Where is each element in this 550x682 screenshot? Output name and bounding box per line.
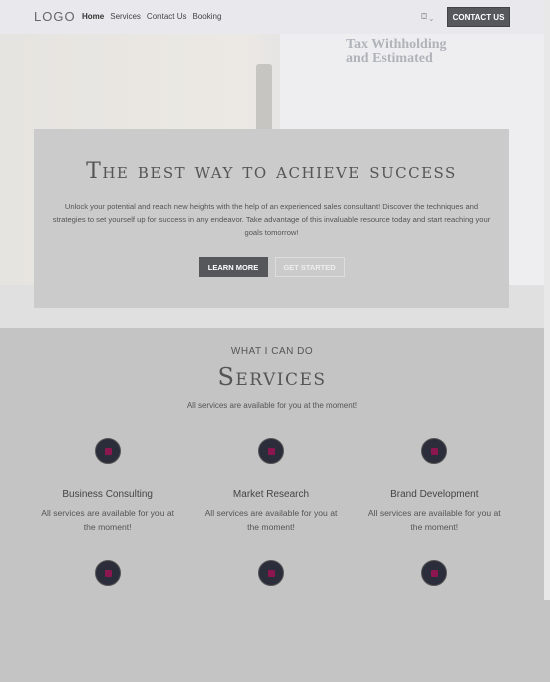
person-icon (421, 560, 448, 586)
service-text: All services are available for you at th… (367, 508, 501, 532)
monitor-chart-icon (421, 438, 448, 464)
language-selector[interactable]: ⛋ ⌄ (421, 12, 433, 22)
pen-image (256, 64, 272, 134)
service-card: Market Research All services are availabl… (189, 438, 352, 560)
service-title: Market Research (232, 489, 310, 500)
services-section: WHAT I CAN DO Services All services are … (0, 328, 544, 600)
research-icon (257, 438, 284, 464)
growth-chart-icon (94, 560, 121, 586)
flag-icon: ⛋ (421, 12, 428, 21)
hero-title: The best way to achieve success (86, 159, 457, 184)
chevron-down-icon: ⌄ (429, 12, 434, 21)
service-card (26, 560, 189, 682)
service-card (353, 560, 516, 682)
services-subtitle: All services are available for you at th… (186, 401, 358, 410)
service-card: Brand Development All services are availa… (353, 438, 516, 560)
logo[interactable]: LOGO (34, 9, 76, 24)
main-nav: Home Services Contact Us Booking (82, 12, 221, 21)
nav-booking[interactable]: Booking (193, 12, 222, 21)
header: LOGO Home Services Contact Us Booking ⛋ … (0, 0, 544, 34)
contact-us-button[interactable]: CONTACT US (447, 7, 510, 27)
nav-services[interactable]: Services (110, 12, 141, 21)
service-card (189, 560, 352, 682)
tax-form-heading: Tax Withholding and Estimated (346, 37, 447, 66)
scrollbar[interactable] (544, 0, 550, 600)
service-card: Business Consulting All services are avai… (26, 438, 189, 560)
hero-text: Unlock your potential and reach new heig… (52, 202, 491, 237)
hero-overlay: The best way to achieve success Unlock y… (34, 129, 509, 308)
money-bag-icon (257, 560, 284, 586)
service-text: All services are available for you at th… (204, 508, 338, 532)
services-eyebrow: WHAT I CAN DO (230, 346, 314, 357)
consulting-icon (94, 438, 121, 464)
service-text: All services are available for you at th… (41, 508, 175, 532)
nav-contact-us[interactable]: Contact Us (147, 12, 187, 21)
service-title: Brand Development (390, 489, 479, 500)
service-title: Business Consulting (62, 489, 153, 500)
services-title: Services (217, 363, 327, 391)
learn-more-button[interactable]: LEARN MORE (198, 257, 268, 277)
nav-home[interactable]: Home (82, 12, 104, 21)
get-started-button[interactable]: GET STARTED (274, 257, 345, 277)
